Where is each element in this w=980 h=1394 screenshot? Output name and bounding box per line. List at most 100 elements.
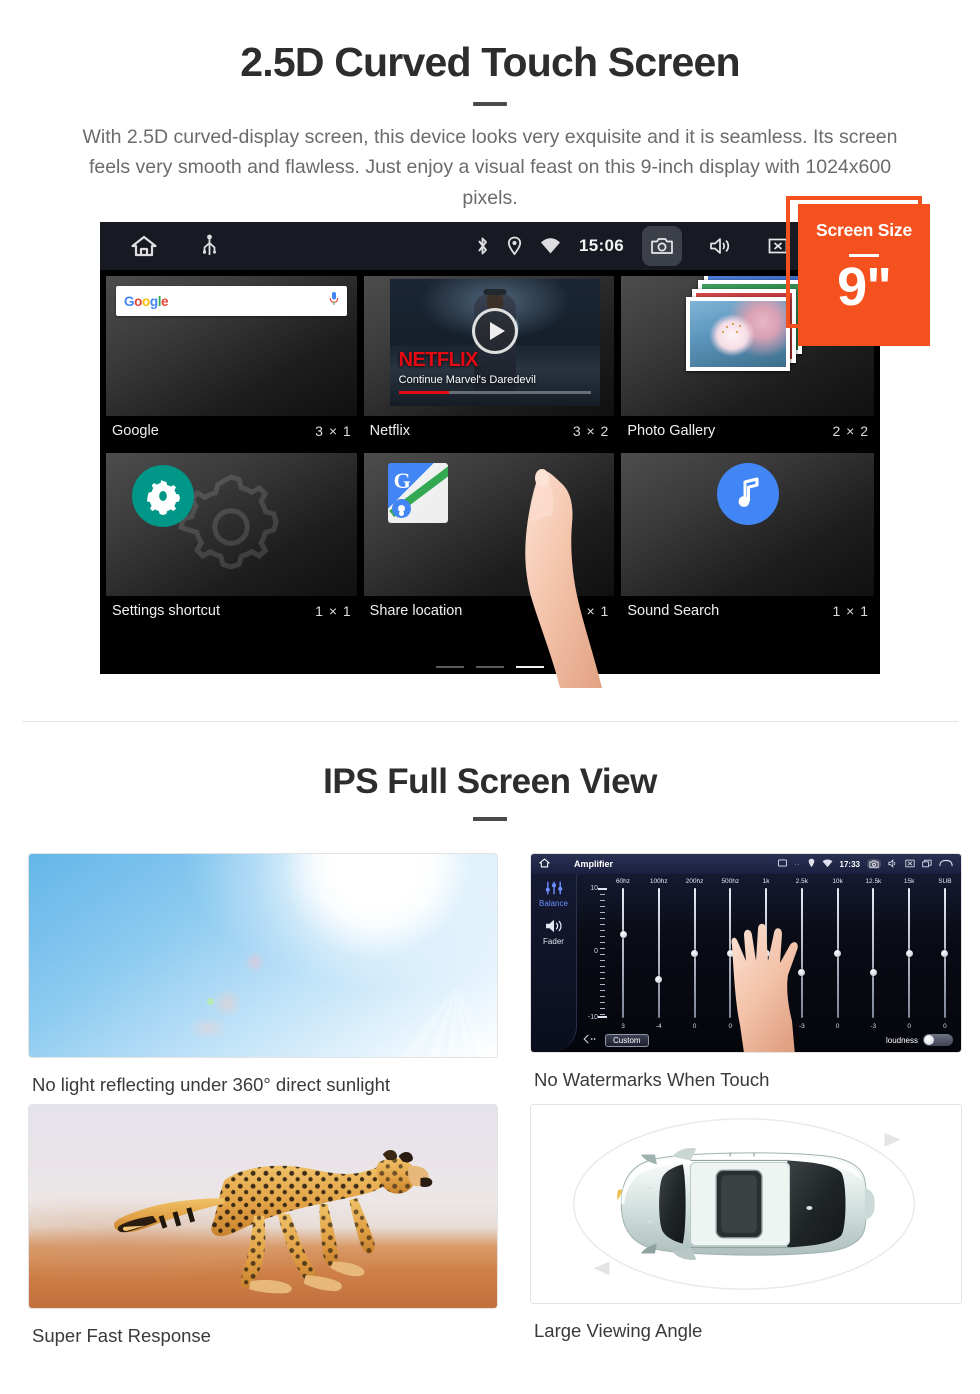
feature-large-viewing-angle: Large Viewing Angle [530, 1104, 962, 1347]
eq-slider[interactable] [861, 888, 885, 1018]
sd-card-icon [778, 859, 788, 869]
top-down-car-diagram [530, 1104, 962, 1304]
volume-icon[interactable] [700, 226, 740, 266]
band-label: 200hz [685, 878, 704, 885]
widget-size: 2 × 2 [832, 423, 869, 439]
lens-flare [206, 998, 214, 1006]
status-bar: 15:06 [100, 222, 880, 270]
lens-flare [211, 987, 242, 1018]
amplifier-ui: Amplifier ·· 17:33 Balance Fader 60hz 10… [531, 854, 961, 1052]
touching-hand-illustration [731, 924, 798, 1052]
eq-slider[interactable] [683, 888, 707, 1018]
widget-google[interactable]: Google Google 3 × 1 [106, 276, 357, 446]
previous-preset-icon[interactable] [583, 1034, 597, 1046]
share-location-widget[interactable]: G [363, 453, 615, 596]
sidebar-item-fader[interactable]: Fader [531, 918, 576, 946]
amplifier-status-bar: Amplifier ·· 17:33 [531, 854, 961, 874]
page-dot-active[interactable] [516, 666, 544, 668]
status-bar-clock: 15:06 [579, 236, 624, 255]
loudness-control[interactable]: loudness [886, 1034, 953, 1046]
band-value: 0 [907, 1023, 911, 1030]
play-icon[interactable] [472, 308, 518, 355]
title-underline [473, 102, 507, 107]
running-cheetah-photo [28, 1104, 498, 1309]
google-search-bar[interactable]: Google [116, 286, 347, 316]
eq-slider[interactable] [933, 888, 957, 1018]
back-icon[interactable] [939, 859, 953, 870]
preset-button[interactable]: Custom [605, 1033, 649, 1047]
feature-caption: Super Fast Response [32, 1325, 211, 1346]
widget-label-row: Sound Search 1 × 1 [621, 596, 874, 626]
widget-size: 3 × 2 [572, 423, 610, 439]
band-value: 0 [835, 1023, 840, 1030]
gear-icon[interactable] [132, 465, 194, 527]
home-icon[interactable] [539, 858, 550, 870]
band-label: 1k [762, 878, 770, 885]
speaker-icon [545, 919, 562, 933]
usb-icon[interactable] [202, 234, 217, 258]
cheetah-illustration [113, 1150, 433, 1294]
widget-label-row: Share location 1 × 1 [364, 596, 615, 626]
band-label: SUB [938, 878, 952, 885]
widget-row-1: Google Google 3 × 1 NETFLIX Continue Mar… [106, 276, 874, 446]
eq-slider[interactable] [611, 888, 635, 1018]
sound-search-widget[interactable] [621, 453, 874, 596]
curved-touch-screen-section: 2.5D Curved Touch Screen With 2.5D curve… [0, 0, 980, 722]
band-label: 15k [903, 878, 915, 885]
feature-grid: No light reflecting under 360° direct su… [0, 821, 980, 1355]
widget-name: Google [112, 423, 159, 439]
ellipsis-icon: ·· [794, 860, 801, 868]
home-icon[interactable] [130, 234, 158, 258]
amplifier-title: Amplifier [574, 859, 614, 869]
widget-sound-search[interactable]: Sound Search 1 × 1 [621, 453, 874, 626]
music-note-icon[interactable] [716, 463, 779, 525]
scale-value-min: -10 [587, 1014, 598, 1021]
loudness-label: loudness [885, 1035, 918, 1045]
netflix-caption: Continue Marvel's Daredevil [398, 374, 536, 386]
widget-size: 3 × 1 [315, 423, 352, 439]
wifi-icon [540, 237, 561, 255]
page-dot[interactable] [436, 666, 464, 668]
page-indicator[interactable] [436, 666, 544, 668]
close-icon[interactable] [905, 859, 915, 870]
recent-apps-icon[interactable] [922, 859, 932, 870]
section-title: IPS Full Screen View [323, 762, 657, 801]
settings-shortcut-widget[interactable] [106, 453, 357, 596]
netflix-brand: NETFLIX [398, 349, 479, 371]
scale-ruler [598, 888, 607, 1018]
car-illustration [573, 1118, 915, 1290]
feature-no-watermarks: Amplifier ·· 17:33 Balance Fader 60hz 10… [530, 853, 962, 1096]
volume-icon[interactable] [888, 858, 898, 870]
frequency-band-labels: 60hz 100hz 200hz 500hz 1k 2.5k 10k 12.5k… [611, 878, 957, 885]
eq-slider[interactable] [647, 888, 671, 1018]
widget-name: Settings shortcut [112, 603, 220, 619]
google-search-widget[interactable]: Google [106, 276, 357, 416]
widget-label-row: Netflix 3 × 2 [364, 416, 615, 446]
badge-value: 9" [837, 257, 892, 317]
bluetooth-icon [476, 236, 489, 256]
band-label: 2.5k [795, 878, 808, 885]
feature-caption: No light reflecting under 360° direct su… [32, 1074, 391, 1095]
feature-caption: Large Viewing Angle [534, 1320, 703, 1341]
location-icon [507, 236, 522, 256]
widget-share-location[interactable]: G Share location 1 × 1 [363, 453, 615, 626]
feature-caption: No Watermarks When Touch [534, 1069, 770, 1090]
sidebar-item-balance[interactable]: Balance [531, 880, 576, 908]
google-maps-icon[interactable]: G [387, 463, 448, 523]
netflix-widget[interactable]: NETFLIX Continue Marvel's Daredevil [363, 276, 615, 416]
camera-icon[interactable] [642, 226, 682, 266]
eq-slider[interactable] [897, 888, 921, 1018]
widget-name: Sound Search [627, 603, 720, 619]
camera-icon[interactable] [867, 859, 881, 869]
scale-value-mid: 0 [594, 947, 598, 955]
widget-name: Share location [369, 603, 463, 619]
scale-value-max: 10 [590, 885, 598, 892]
widget-netflix[interactable]: NETFLIX Continue Marvel's Daredevil Netf… [363, 276, 615, 446]
loudness-toggle[interactable] [923, 1034, 953, 1046]
widget-label-row: Google 3 × 1 [106, 416, 357, 446]
location-icon [808, 858, 815, 870]
page-dot[interactable] [476, 666, 504, 668]
eq-slider[interactable] [826, 888, 850, 1018]
widget-settings-shortcut[interactable]: Settings shortcut 1 × 1 [106, 453, 357, 626]
microphone-icon[interactable] [329, 291, 339, 311]
